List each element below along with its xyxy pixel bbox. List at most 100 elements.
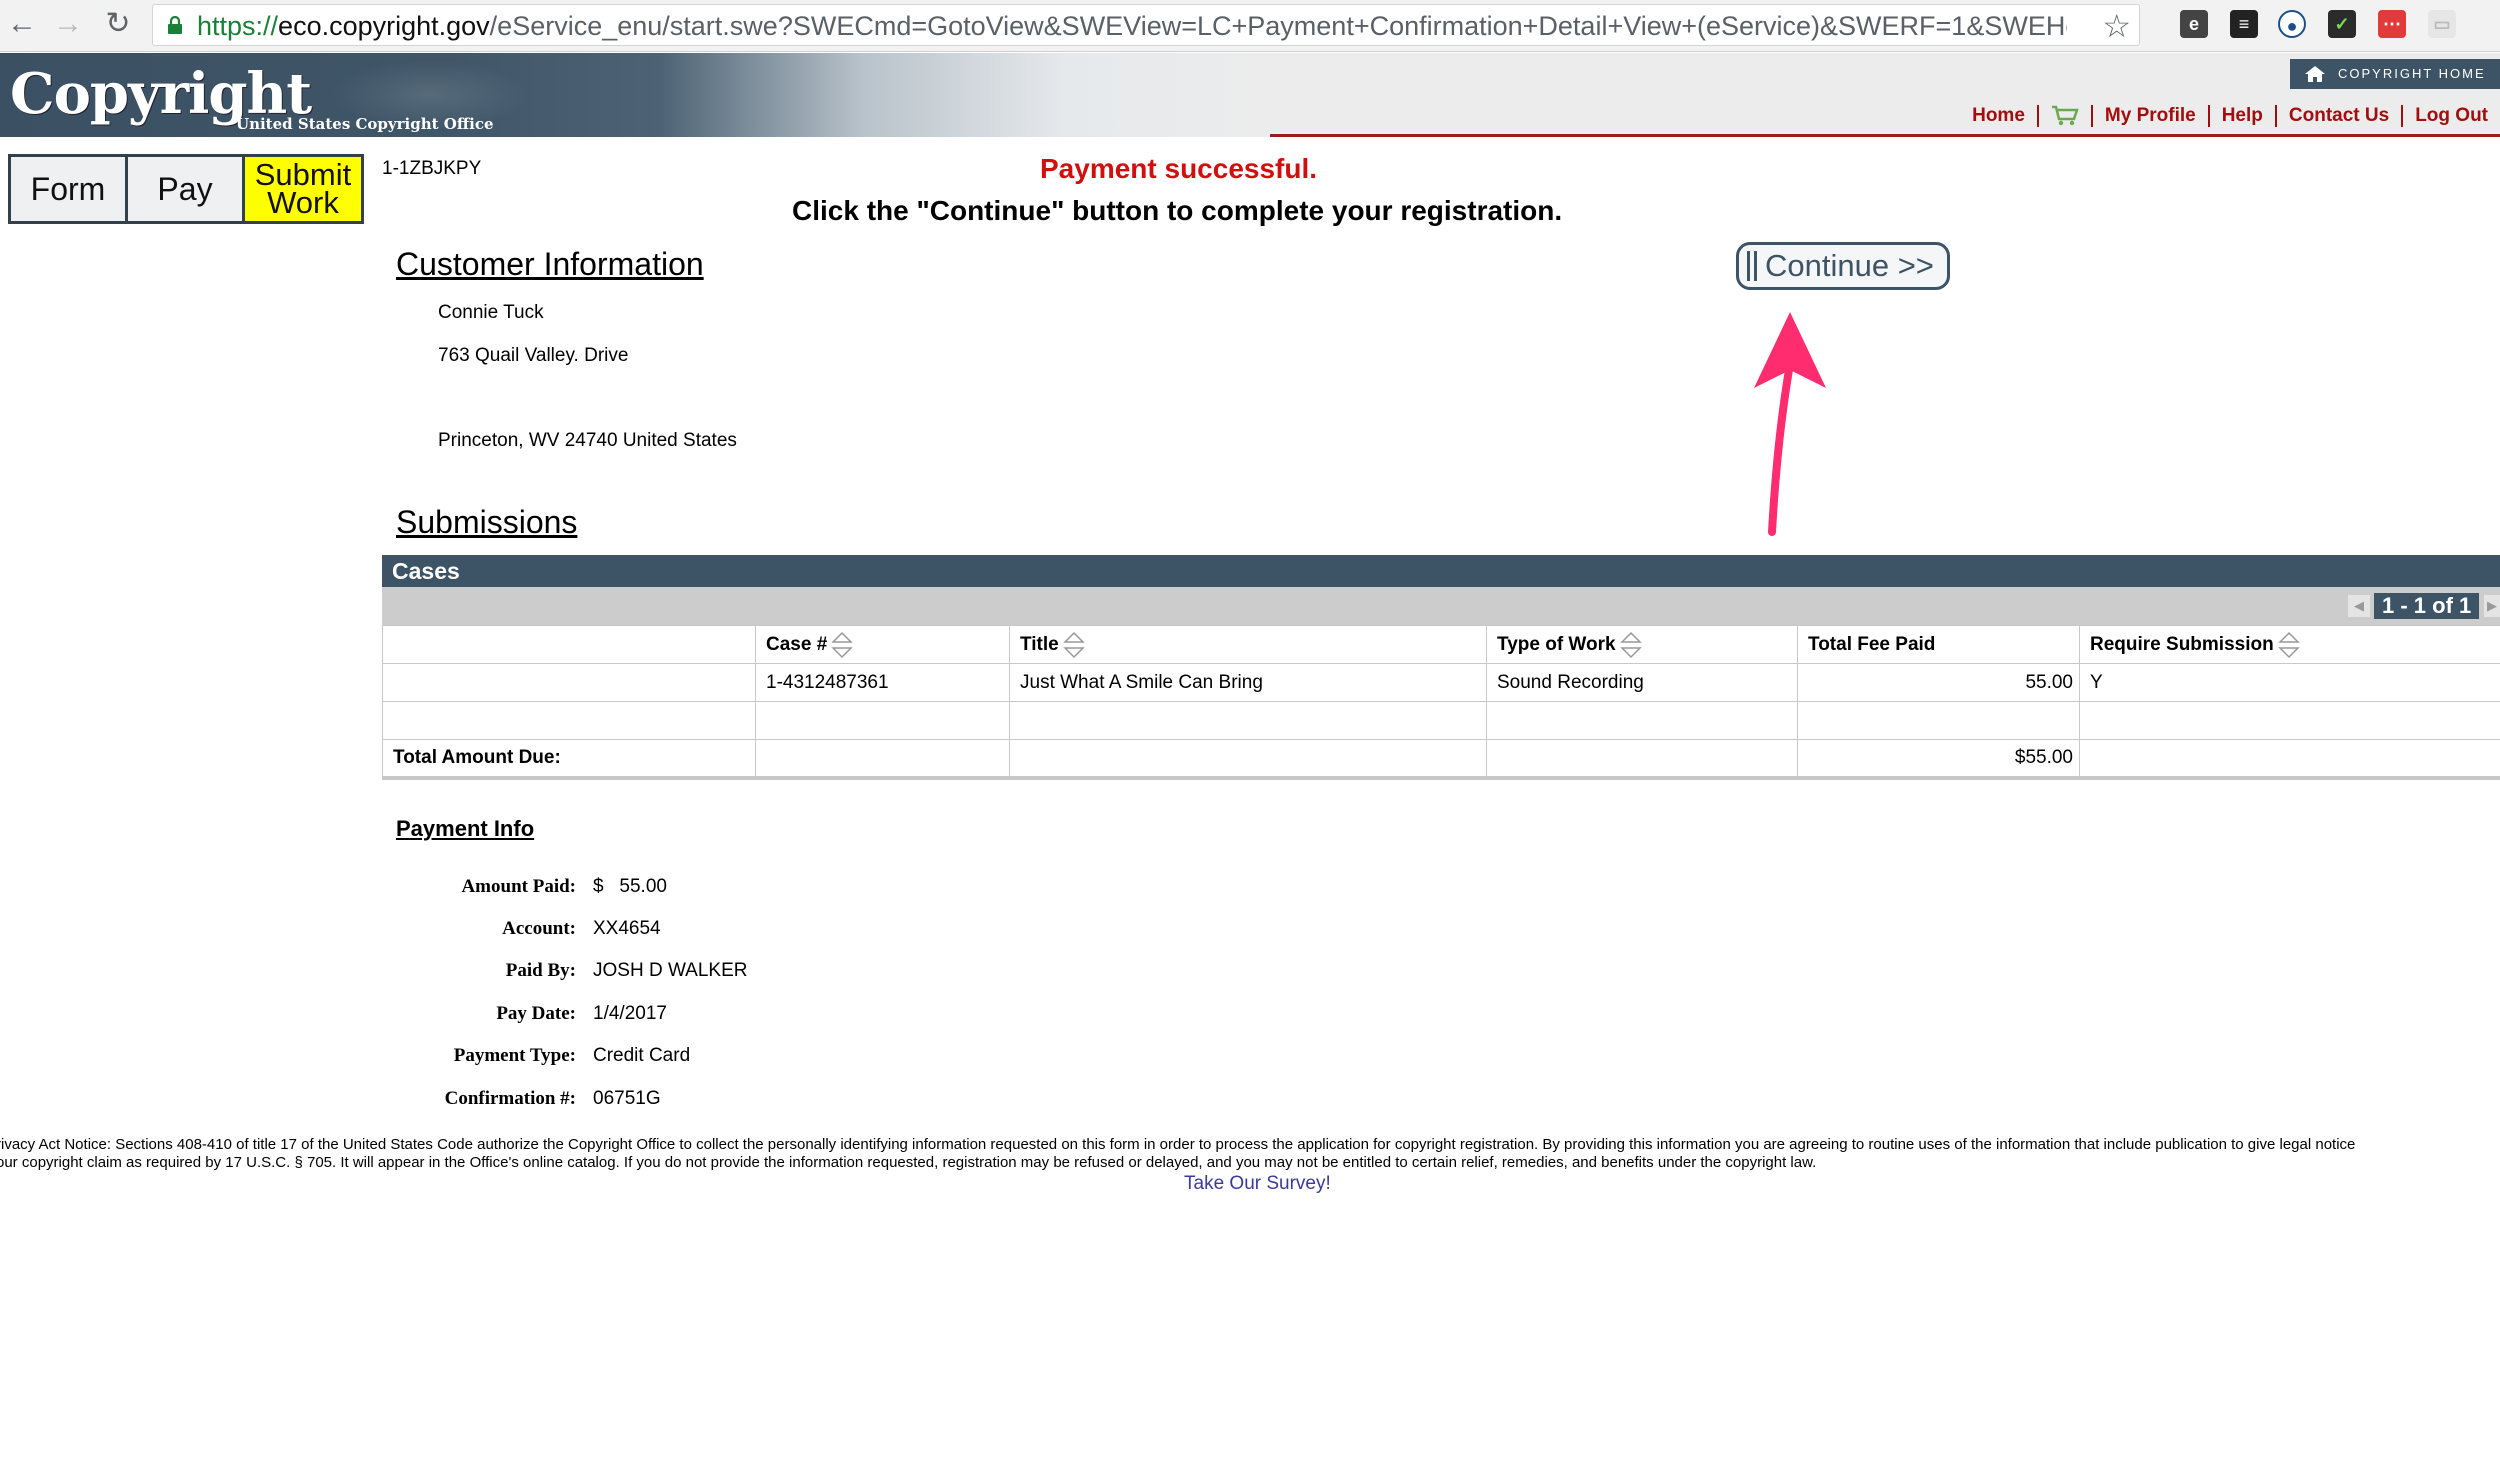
- total-amount-due-value: $55.00: [1797, 739, 2080, 780]
- bookmark-star-icon[interactable]: ☆: [2102, 7, 2131, 45]
- top-nav-links: Home My Profile Help Contact Us Log Out: [1960, 101, 2500, 131]
- pay-date-label: Pay Date:: [496, 1003, 576, 1024]
- cast-extension-icon[interactable]: ▭: [2428, 10, 2456, 38]
- evernote-extension-icon[interactable]: e: [2180, 10, 2208, 38]
- buffer-extension-icon[interactable]: ≡: [2230, 10, 2258, 38]
- cases-table: Case # Title Type of Work Total Fee Paid…: [382, 625, 2500, 780]
- title-cell: Just What A Smile Can Bring: [1009, 663, 1487, 702]
- paid-by-label: Paid By:: [505, 960, 576, 981]
- url-text[interactable]: https://eco.copyright.gov/eService_enu/s…: [197, 11, 2067, 42]
- eye-extension-icon[interactable]: ●: [2278, 10, 2306, 38]
- case-number-cell: 1-4312487361: [755, 663, 1010, 702]
- address-bar[interactable]: https://eco.copyright.gov/eService_enu/s…: [152, 4, 2140, 46]
- fee-cell: 55.00: [1797, 663, 2080, 702]
- require-submission-cell: Y: [2079, 663, 2500, 702]
- table-row[interactable]: 1-4312487361 Just What A Smile Can Bring…: [382, 663, 2500, 702]
- column-header-label: Title: [1020, 633, 1059, 655]
- customer-information-heading: Customer Information: [396, 246, 704, 282]
- lock-icon: [168, 16, 182, 34]
- payment-info-heading: Payment Info: [396, 816, 535, 841]
- sort-icon[interactable]: [1062, 630, 1085, 660]
- pager-count: 1 - 1 of 1: [2374, 593, 2480, 619]
- empty-cell: [755, 739, 1010, 780]
- house-icon: [2305, 66, 2325, 82]
- registration-steps: Form Pay Submit Work: [8, 154, 364, 224]
- forward-arrow-icon[interactable]: →: [50, 6, 86, 42]
- paid-by-value: JOSH D WALKER: [593, 960, 748, 981]
- empty-cell: [755, 701, 1010, 740]
- column-header-label: Case #: [766, 633, 828, 655]
- amount-paid-value: $ 55.00: [593, 876, 667, 897]
- url-path: /eService_enu/start.swe?SWECmd=GotoView&…: [489, 11, 2067, 41]
- row-select-cell[interactable]: [382, 663, 756, 702]
- column-header-total-fee-paid: Total Fee Paid: [1797, 625, 2080, 664]
- cases-title-bar: Cases: [382, 555, 2500, 587]
- nav-home-link[interactable]: Home: [1960, 105, 2037, 127]
- column-header-type-of-work[interactable]: Type of Work: [1486, 625, 1798, 664]
- empty-cell: [1486, 701, 1798, 740]
- shopping-cart-icon[interactable]: [2036, 105, 2091, 127]
- take-survey-link[interactable]: Take Our Survey!: [1184, 1173, 1331, 1195]
- annotation-arrow-icon: [1754, 312, 1826, 536]
- checklist-extension-icon[interactable]: ✓: [2328, 10, 2356, 38]
- empty-cell: [1009, 739, 1487, 780]
- pay-date-value: 1/4/2017: [593, 1003, 667, 1024]
- privacy-notice-line: rivacy Act Notice: Sections 408-410 of t…: [0, 1136, 2356, 1153]
- column-header-require-submission[interactable]: Require Submission: [2079, 625, 2500, 664]
- column-header-label: Require Submission: [2090, 633, 2274, 655]
- privacy-notice-line: our copyright claim as required by 17 U.…: [0, 1154, 1817, 1171]
- empty-row: [382, 701, 2500, 740]
- record-id: 1-1ZBJKPY: [382, 158, 482, 179]
- confirmation-number-label: Confirmation #:: [444, 1088, 576, 1109]
- type-of-work-cell: Sound Recording: [1486, 663, 1798, 702]
- continue-button[interactable]: Continue >>: [1736, 242, 1950, 290]
- pager-next-icon[interactable]: ▶: [2484, 595, 2500, 617]
- empty-cell: [1009, 701, 1487, 740]
- account-label: Account:: [502, 918, 576, 939]
- copyright-home-label: COPYRIGHT HOME: [2338, 66, 2486, 81]
- account-value: XX4654: [593, 918, 661, 939]
- nav-help-link[interactable]: Help: [2207, 105, 2275, 127]
- nav-contact-us-link[interactable]: Contact Us: [2274, 105, 2401, 127]
- pager-prev-icon[interactable]: ◀: [2348, 595, 2370, 617]
- confirmation-number-value: 06751G: [593, 1088, 661, 1109]
- column-header-select: [382, 625, 756, 664]
- empty-cell: [2079, 739, 2500, 780]
- submissions-heading: Submissions: [396, 504, 578, 540]
- column-header-case-no[interactable]: Case #: [755, 625, 1010, 664]
- total-row: Total Amount Due: $55.00: [382, 739, 2500, 780]
- copyright-home-link[interactable]: COPYRIGHT HOME: [2290, 59, 2500, 89]
- step-pay-tab[interactable]: Pay: [128, 157, 245, 221]
- total-amount-due-label: Total Amount Due:: [382, 739, 756, 780]
- header-banner: Copyright United States Copyright Office: [0, 53, 1270, 137]
- step-submit-work-tab[interactable]: Submit Work: [245, 157, 361, 221]
- dots-extension-icon[interactable]: ⋯: [2378, 10, 2406, 38]
- empty-cell: [2079, 701, 2500, 740]
- cases-pager-bar: ◀ 1 - 1 of 1 ▶: [382, 587, 2500, 625]
- customer-street: 763 Quail Valley. Drive: [438, 345, 629, 366]
- reload-icon[interactable]: ↻: [100, 6, 136, 42]
- url-scheme: https://: [197, 11, 279, 41]
- button-grip-icon: [1747, 251, 1757, 281]
- table-header-row: Case # Title Type of Work Total Fee Paid…: [382, 625, 2500, 664]
- column-header-label: Type of Work: [1497, 633, 1616, 655]
- site-header: Copyright United States Copyright Office…: [0, 53, 2500, 137]
- sort-icon[interactable]: [2277, 630, 2300, 660]
- nav-my-profile-link[interactable]: My Profile: [2090, 105, 2208, 127]
- payment-success-message: Payment successful.: [1040, 153, 1318, 184]
- step-submit-work-line2: Work: [267, 185, 339, 220]
- continue-instruction: Click the "Continue" button to complete …: [792, 195, 1563, 226]
- step-form-tab[interactable]: Form: [11, 157, 128, 221]
- payment-type-value: Credit Card: [593, 1045, 691, 1066]
- logo-subtitle: United States Copyright Office: [236, 115, 494, 133]
- privacy-act-notice: rivacy Act Notice: Sections 408-410 of t…: [0, 1136, 2500, 1172]
- back-arrow-icon[interactable]: ←: [4, 6, 40, 42]
- nav-log-out-link[interactable]: Log Out: [2401, 105, 2500, 127]
- url-host: eco.copyright.gov: [278, 11, 490, 41]
- column-header-title[interactable]: Title: [1009, 625, 1487, 664]
- empty-cell: [1486, 739, 1798, 780]
- sort-icon[interactable]: [1619, 630, 1642, 660]
- payment-type-label: Payment Type:: [453, 1045, 576, 1066]
- customer-name: Connie Tuck: [438, 302, 544, 323]
- sort-icon[interactable]: [831, 630, 854, 660]
